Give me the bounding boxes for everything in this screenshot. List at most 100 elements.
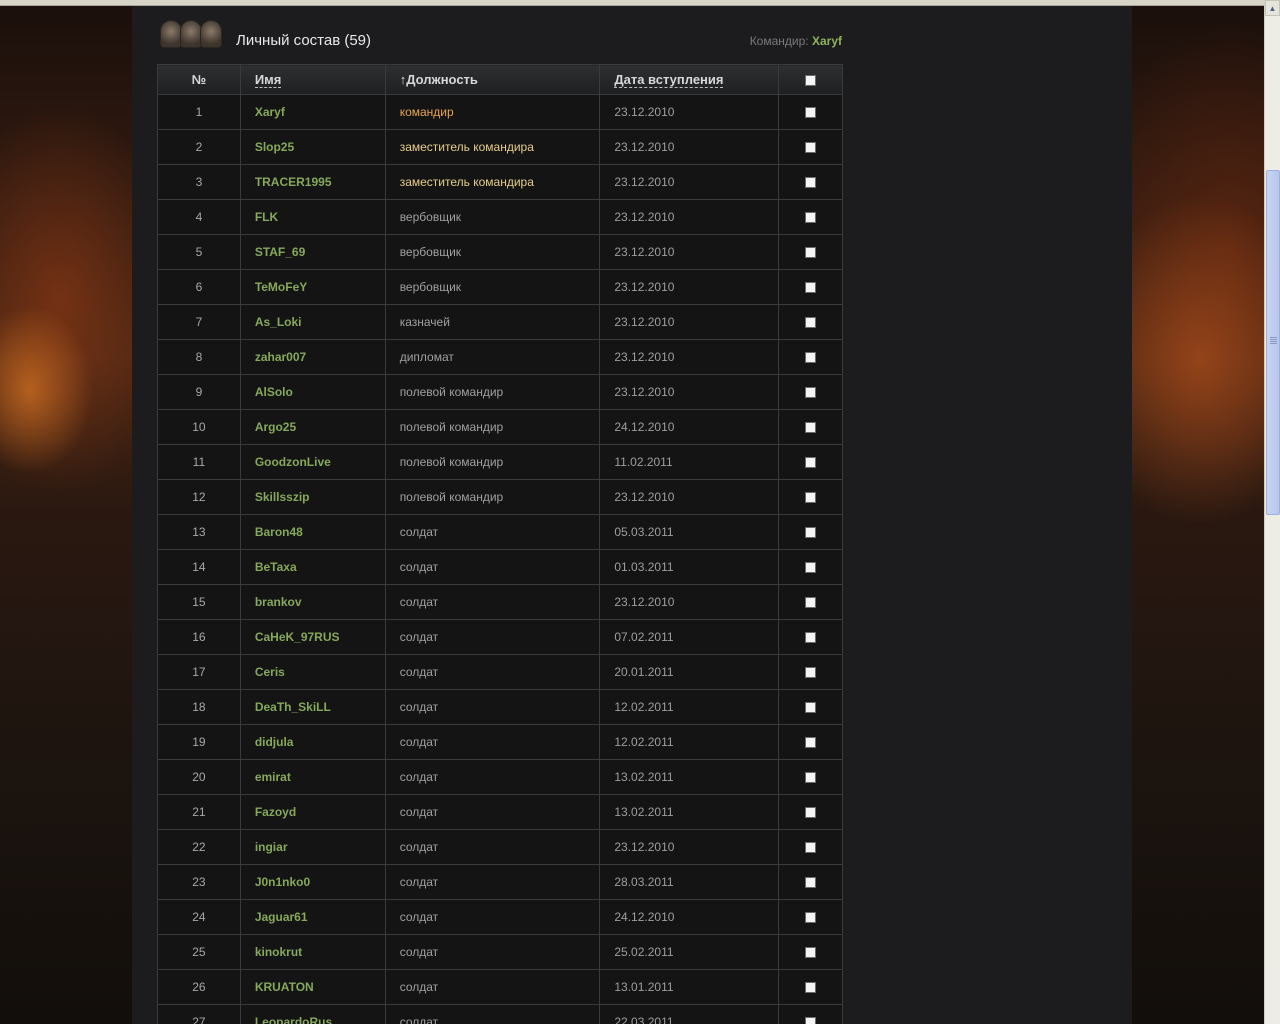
join-date: 23.12.2010 bbox=[599, 164, 780, 200]
member-name-link[interactable]: LeopardoRus bbox=[239, 1004, 386, 1024]
row-select-cell[interactable] bbox=[778, 584, 843, 620]
row-select-cell[interactable] bbox=[778, 199, 843, 235]
member-name-link[interactable]: Jaguar61 bbox=[239, 899, 386, 935]
member-name-link[interactable]: TeMoFeY bbox=[239, 269, 386, 305]
row-checkbox[interactable] bbox=[805, 772, 817, 784]
row-checkbox[interactable] bbox=[805, 1017, 817, 1024]
sort-by-role-link[interactable]: ↑Должность bbox=[400, 72, 478, 87]
row-checkbox[interactable] bbox=[805, 527, 817, 539]
member-name-link[interactable]: CaHeK_97RUS bbox=[239, 619, 386, 655]
row-checkbox[interactable] bbox=[805, 912, 817, 924]
row-checkbox[interactable] bbox=[805, 702, 817, 714]
member-name-link[interactable]: zahar007 bbox=[239, 339, 386, 375]
member-name-link[interactable]: Slop25 bbox=[239, 129, 386, 165]
row-select-cell[interactable] bbox=[778, 1004, 843, 1024]
member-name-link[interactable]: emirat bbox=[239, 759, 386, 795]
row-checkbox[interactable] bbox=[805, 877, 817, 889]
member-name-link[interactable]: STAF_69 bbox=[239, 234, 386, 270]
row-select-cell[interactable] bbox=[778, 479, 843, 515]
arrow-up-icon[interactable]: ▲ bbox=[1265, 0, 1280, 16]
row-checkbox[interactable] bbox=[805, 107, 817, 119]
row-checkbox[interactable] bbox=[805, 632, 817, 644]
column-header-date[interactable]: Дата вступления bbox=[599, 64, 780, 95]
row-select-cell[interactable] bbox=[778, 829, 843, 865]
member-name-link[interactable]: FLK bbox=[239, 199, 386, 235]
row-select-cell[interactable] bbox=[778, 269, 843, 305]
row-select-cell[interactable] bbox=[778, 409, 843, 445]
member-name-link[interactable]: GoodzonLive bbox=[239, 444, 386, 480]
row-select-cell[interactable] bbox=[778, 689, 843, 725]
row-checkbox[interactable] bbox=[805, 247, 817, 259]
row-checkbox[interactable] bbox=[805, 562, 817, 574]
row-select-cell[interactable] bbox=[778, 654, 843, 690]
row-checkbox[interactable] bbox=[805, 807, 817, 819]
member-name-link[interactable]: Fazoyd bbox=[239, 794, 386, 830]
row-checkbox[interactable] bbox=[805, 947, 817, 959]
row-select-cell[interactable] bbox=[778, 304, 843, 340]
column-header-role[interactable]: ↑Должность bbox=[384, 64, 601, 95]
row-select-cell[interactable] bbox=[778, 864, 843, 900]
row-checkbox[interactable] bbox=[805, 492, 817, 504]
row-select-cell[interactable] bbox=[778, 794, 843, 830]
member-role: вербовщик bbox=[384, 234, 601, 270]
join-date: 05.03.2011 bbox=[599, 514, 780, 550]
row-select-cell[interactable] bbox=[778, 619, 843, 655]
member-name-link[interactable]: ingiar bbox=[239, 829, 386, 865]
join-date: 24.12.2010 bbox=[599, 899, 780, 935]
row-select-cell[interactable] bbox=[778, 514, 843, 550]
row-checkbox[interactable] bbox=[805, 982, 817, 994]
column-header-name[interactable]: Имя bbox=[239, 64, 386, 95]
member-name-link[interactable]: didjula bbox=[239, 724, 386, 760]
member-role: командир bbox=[384, 94, 601, 130]
member-name-link[interactable]: Xaryf bbox=[239, 94, 386, 130]
member-name-link[interactable]: TRACER1995 bbox=[239, 164, 386, 200]
grip-line bbox=[1270, 337, 1277, 338]
column-header-select-all[interactable] bbox=[778, 64, 843, 95]
member-name-link[interactable]: Baron48 bbox=[239, 514, 386, 550]
row-checkbox[interactable] bbox=[805, 282, 817, 294]
soldier-face bbox=[160, 20, 182, 48]
member-name-link[interactable]: DeaTh_SkiLL bbox=[239, 689, 386, 725]
commander-name-link[interactable]: Xaryf bbox=[812, 34, 842, 48]
row-select-cell[interactable] bbox=[778, 934, 843, 970]
member-name-link[interactable]: KRUATON bbox=[239, 969, 386, 1005]
row-checkbox[interactable] bbox=[805, 737, 817, 749]
sort-by-date-link[interactable]: Дата вступления bbox=[614, 72, 724, 88]
row-checkbox[interactable] bbox=[805, 352, 817, 364]
member-name-link[interactable]: brankov bbox=[239, 584, 386, 620]
row-checkbox[interactable] bbox=[805, 177, 817, 189]
member-name-link[interactable]: Argo25 bbox=[239, 409, 386, 445]
member-name-link[interactable]: BeTaxa bbox=[239, 549, 386, 585]
row-select-cell[interactable] bbox=[778, 164, 843, 200]
row-checkbox[interactable] bbox=[805, 597, 817, 609]
member-name-link[interactable]: As_Loki bbox=[239, 304, 386, 340]
row-select-cell[interactable] bbox=[778, 339, 843, 375]
row-select-cell[interactable] bbox=[778, 444, 843, 480]
row-select-cell[interactable] bbox=[778, 234, 843, 270]
member-name-link[interactable]: J0n1nko0 bbox=[239, 864, 386, 900]
row-checkbox[interactable] bbox=[805, 842, 817, 854]
vertical-scrollbar[interactable]: ▲ bbox=[1264, 0, 1280, 1024]
row-select-cell[interactable] bbox=[778, 759, 843, 795]
row-checkbox[interactable] bbox=[805, 457, 817, 469]
row-checkbox[interactable] bbox=[805, 422, 817, 434]
select-all-checkbox[interactable] bbox=[805, 75, 817, 87]
row-select-cell[interactable] bbox=[778, 374, 843, 410]
sort-by-name-link[interactable]: Имя bbox=[254, 72, 282, 88]
member-name-link[interactable]: Skillsszip bbox=[239, 479, 386, 515]
row-select-cell[interactable] bbox=[778, 969, 843, 1005]
row-checkbox[interactable] bbox=[805, 667, 817, 679]
row-checkbox[interactable] bbox=[805, 212, 817, 224]
row-select-cell[interactable] bbox=[778, 899, 843, 935]
member-name-link[interactable]: kinokrut bbox=[239, 934, 386, 970]
row-select-cell[interactable] bbox=[778, 724, 843, 760]
row-checkbox[interactable] bbox=[805, 142, 817, 154]
row-select-cell[interactable] bbox=[778, 94, 843, 130]
member-name-link[interactable]: AlSolo bbox=[239, 374, 386, 410]
row-select-cell[interactable] bbox=[778, 129, 843, 165]
member-name-link[interactable]: Ceris bbox=[239, 654, 386, 690]
row-select-cell[interactable] bbox=[778, 549, 843, 585]
row-checkbox[interactable] bbox=[805, 387, 817, 399]
row-checkbox[interactable] bbox=[805, 317, 817, 329]
scrollbar-thumb[interactable] bbox=[1266, 170, 1280, 515]
